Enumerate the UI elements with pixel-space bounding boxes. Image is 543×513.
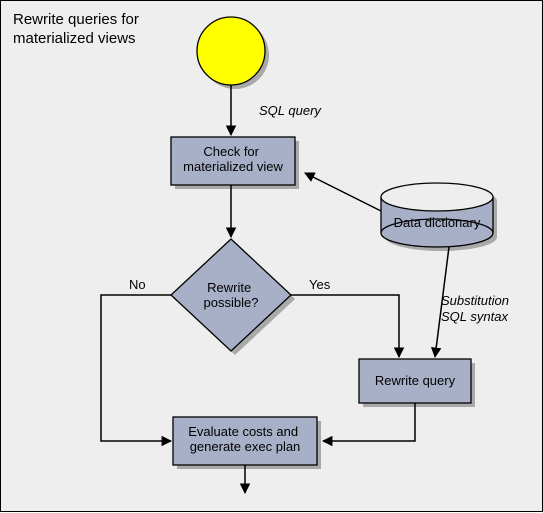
label-substitution: Substitution SQL syntax [441,293,509,324]
label-sql-query: SQL query [259,103,321,119]
rewrite-box-text: Rewrite query [375,373,456,388]
edge-no-path [101,295,171,441]
edge-label-no: No [129,277,146,292]
edge-label-yes: Yes [309,277,330,292]
edge-dict-to-check [305,173,381,211]
flowchart-canvas: Rewrite queries for materialized views C… [0,0,543,512]
evaluate-box-text: Evaluate costs and generate exec plan [188,424,301,454]
edge-yes-path [291,295,399,357]
decision-text: Rewrite possible? [204,280,259,310]
flowchart-svg: Check for materialized view Data diction… [1,1,543,513]
start-node [197,17,265,85]
edge-rewrite-to-evaluate [323,403,415,441]
data-dictionary-text: Data dictionary [394,215,481,230]
